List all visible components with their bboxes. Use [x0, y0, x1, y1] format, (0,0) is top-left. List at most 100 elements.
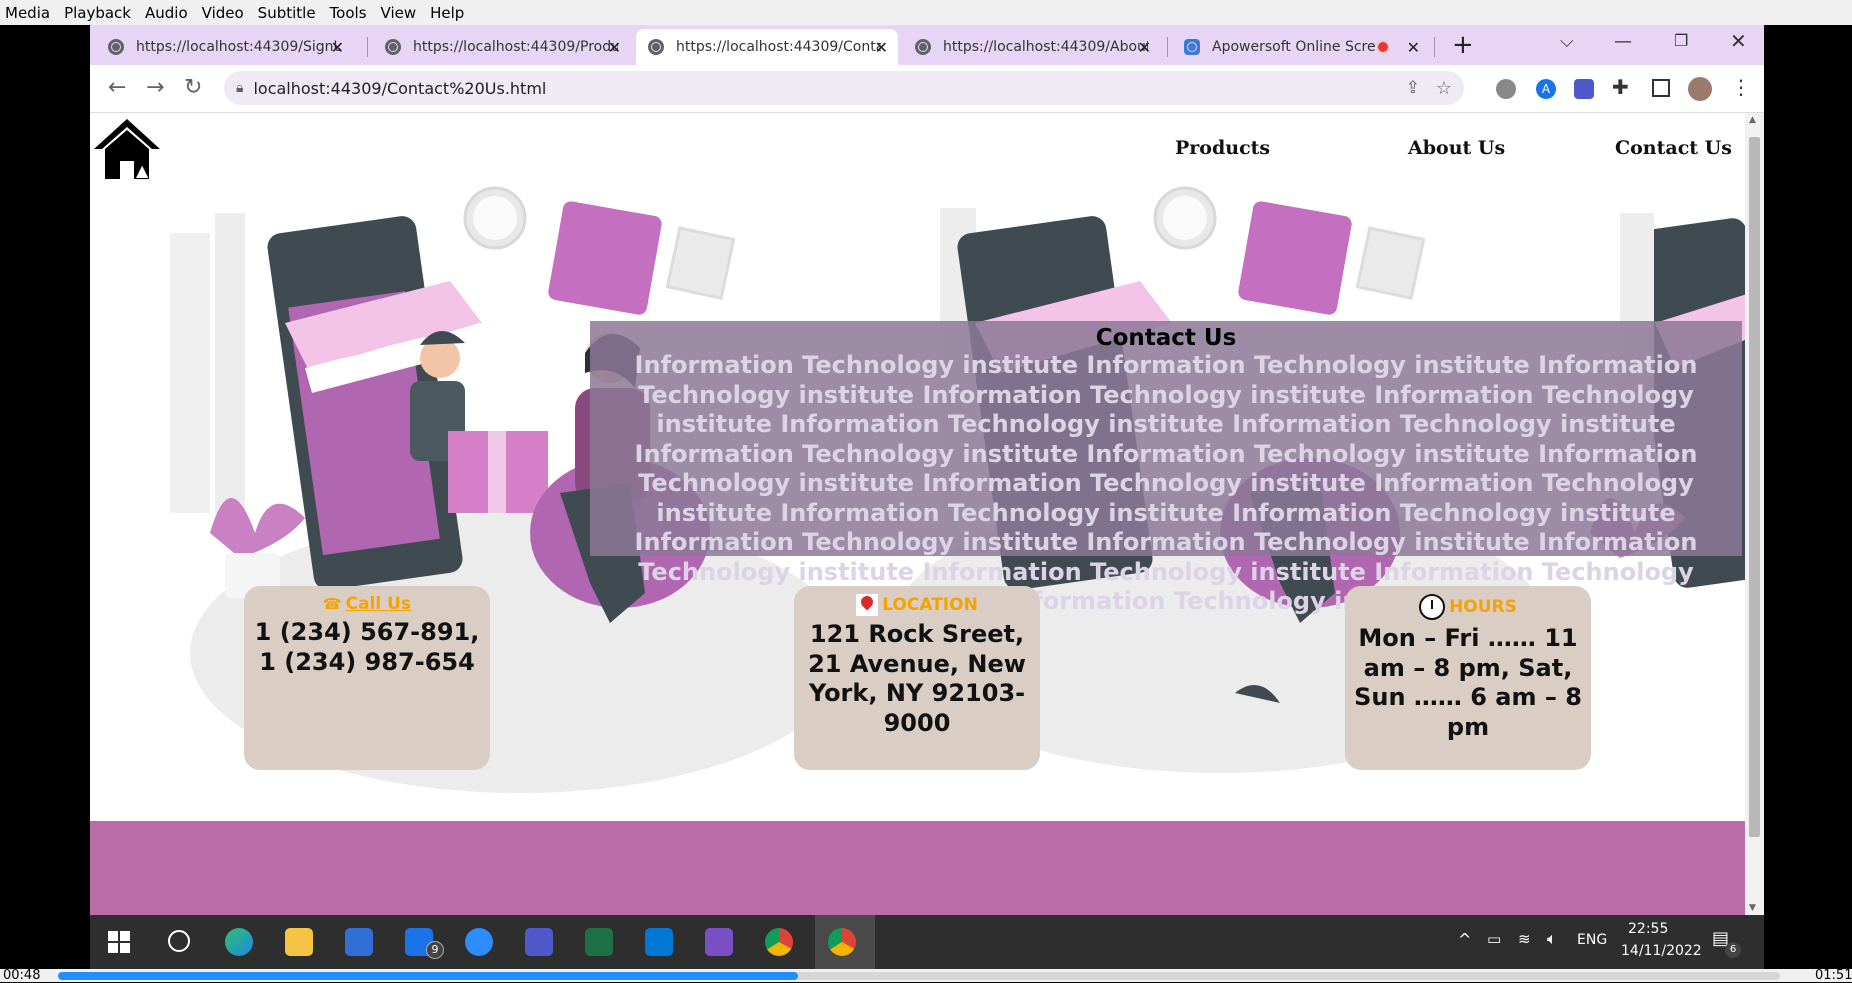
elapsed-time: 00:48: [3, 968, 41, 983]
mouse-cursor: ▲: [136, 161, 149, 180]
menu-view[interactable]: View: [374, 4, 424, 22]
tray-chevron-icon[interactable]: ^: [1458, 930, 1471, 949]
clock-icon: [1419, 594, 1446, 620]
location-heading-text: LOCATION: [882, 595, 978, 615]
avatar[interactable]: [1688, 77, 1712, 101]
teams-icon[interactable]: [525, 928, 553, 956]
chrome-icon[interactable]: [765, 928, 793, 956]
mail-badge: 9: [426, 941, 444, 959]
seek-track[interactable]: [58, 972, 1780, 980]
tab-strip: https://localhost:44309/SignU ✕ https://…: [90, 25, 1764, 65]
seek-progress: [58, 972, 799, 980]
tab-title: https://localhost:44309/SignU: [136, 39, 341, 55]
store-icon[interactable]: [345, 928, 373, 956]
tab-divider: [1434, 37, 1435, 57]
home-icon[interactable]: [92, 117, 162, 181]
clock-time[interactable]: 22:55: [1628, 921, 1668, 937]
close-icon[interactable]: ✕: [331, 38, 344, 57]
share-icon[interactable]: ⇪: [1406, 78, 1420, 98]
scroll-down-icon[interactable]: ▼: [1749, 903, 1756, 913]
globe-icon: [915, 39, 931, 55]
tab-contact[interactable]: https://localhost:44309/Conta ✕: [636, 29, 898, 65]
tab-products[interactable]: https://localhost:44309/Produ ✕: [373, 29, 631, 65]
location-pin-icon: [856, 593, 879, 616]
phone-icon: ☎: [322, 595, 342, 613]
sidepanel-icon[interactable]: [1652, 79, 1670, 97]
scroll-up-icon[interactable]: ▲: [1749, 115, 1756, 125]
clock-date[interactable]: 14/11/2022: [1621, 943, 1702, 959]
cortana-icon[interactable]: [168, 930, 190, 952]
close-icon[interactable]: ✕: [875, 38, 888, 57]
profile-a-icon[interactable]: A: [1536, 79, 1556, 99]
tab-title: Apowersoft Online Scree: [1212, 39, 1385, 55]
web-page: ▲ Products About Us Contact Us Contact U…: [90, 113, 1745, 915]
tab-apowersoft[interactable]: Apowersoft Online Scree ✕: [1172, 29, 1430, 65]
location-heading: LOCATION: [794, 593, 1040, 616]
menu-media[interactable]: Media: [0, 4, 57, 22]
teams-extension-icon[interactable]: [1574, 79, 1594, 99]
excel-icon[interactable]: [585, 928, 613, 956]
apowersoft-icon: [1184, 39, 1200, 55]
globe-icon: [385, 39, 401, 55]
vlc-seek-bar: 00:48 01:51: [0, 968, 1852, 983]
vscode-icon[interactable]: [645, 928, 673, 956]
forward-icon[interactable]: →: [146, 77, 164, 99]
zoom-icon[interactable]: [465, 928, 493, 956]
notification-badge: 6: [1725, 942, 1741, 958]
edge-icon[interactable]: [225, 928, 253, 956]
file-explorer-icon[interactable]: [285, 928, 313, 956]
puzzle-icon[interactable]: ✚: [1612, 75, 1629, 99]
call-card: ☎ Call Us 1 (234) 567-891, 1 (234) 987-6…: [244, 586, 490, 770]
battery-icon[interactable]: ▭: [1487, 930, 1501, 948]
tab-search-icon[interactable]: ⌵: [1560, 31, 1574, 52]
location-address: 121 Rock Sreet, 21 Avenue, New York, NY …: [808, 620, 1026, 737]
language-indicator[interactable]: ENG: [1577, 932, 1607, 948]
menu-video[interactable]: Video: [195, 4, 251, 22]
close-icon[interactable]: ✕: [1138, 38, 1151, 57]
menu-playback[interactable]: Playback: [57, 4, 138, 22]
reload-icon[interactable]: ↻: [184, 77, 202, 99]
menu-subtitle[interactable]: Subtitle: [251, 4, 323, 22]
chrome-icon-active[interactable]: [828, 928, 856, 956]
menu-kebab-icon[interactable]: ⋮: [1731, 75, 1751, 99]
close-icon[interactable]: ✕: [608, 38, 621, 57]
new-tab-button[interactable]: +: [1452, 30, 1474, 60]
close-icon[interactable]: ✕: [1407, 38, 1420, 57]
call-heading-text[interactable]: Call Us: [346, 594, 411, 614]
windows-start-icon[interactable]: [108, 931, 130, 953]
call-heading[interactable]: ☎ Call Us: [244, 594, 490, 614]
windows-taskbar: 9 ^ ▭ ≋ 🔈︎ ENG 22:55 14/11/2022 ▤ 6: [90, 915, 1764, 969]
nav-products-link[interactable]: Products: [1175, 137, 1270, 159]
tab-title: https://localhost:44309/About: [943, 39, 1148, 55]
minimize-icon[interactable]: —: [1614, 31, 1632, 52]
tab-divider: [367, 37, 368, 57]
extension-gear-icon[interactable]: [1496, 79, 1516, 99]
back-icon[interactable]: ←: [108, 77, 126, 99]
globe-icon: [108, 39, 124, 55]
tab-signup[interactable]: https://localhost:44309/SignU ✕: [96, 29, 354, 65]
menu-tools[interactable]: Tools: [323, 4, 374, 22]
visual-studio-icon[interactable]: [705, 928, 733, 956]
wifi-icon[interactable]: ≋: [1518, 930, 1531, 948]
url-text: localhost:44309/Contact%20Us.html: [253, 78, 547, 98]
contact-panel: Contact Us Information Technology instit…: [590, 321, 1742, 615]
star-icon[interactable]: ☆: [1436, 78, 1452, 99]
volume-icon[interactable]: 🔈︎: [1547, 929, 1557, 949]
tab-title: https://localhost:44309/Conta: [676, 39, 881, 55]
close-window-icon[interactable]: ✕: [1730, 29, 1747, 53]
restore-icon[interactable]: ❐: [1674, 31, 1688, 50]
hours-card: HOURS Mon – Fri …… 11 am – 8 pm, Sat, Su…: [1345, 586, 1591, 770]
recording-icon: [1376, 40, 1390, 54]
menu-audio[interactable]: Audio: [138, 4, 195, 22]
tab-title: https://localhost:44309/Produ: [413, 39, 618, 55]
address-bar[interactable]: 🔒︎ localhost:44309/Contact%20Us.html ⇪ ☆: [224, 71, 1464, 105]
globe-icon: [648, 39, 664, 55]
page-scrollbar[interactable]: ▲ ▼: [1745, 113, 1764, 915]
location-card: LOCATION 121 Rock Sreet, 21 Avenue, New …: [794, 586, 1040, 770]
tab-about[interactable]: https://localhost:44309/About ✕: [903, 29, 1161, 65]
nav-contact-link[interactable]: Contact Us: [1615, 137, 1732, 159]
nav-about-link[interactable]: About Us: [1408, 137, 1505, 159]
menu-help[interactable]: Help: [423, 4, 471, 22]
scrollbar-thumb[interactable]: [1749, 137, 1760, 837]
browser-toolbar: ← → ↻ 🔒︎ localhost:44309/Contact%20Us.ht…: [90, 65, 1764, 113]
